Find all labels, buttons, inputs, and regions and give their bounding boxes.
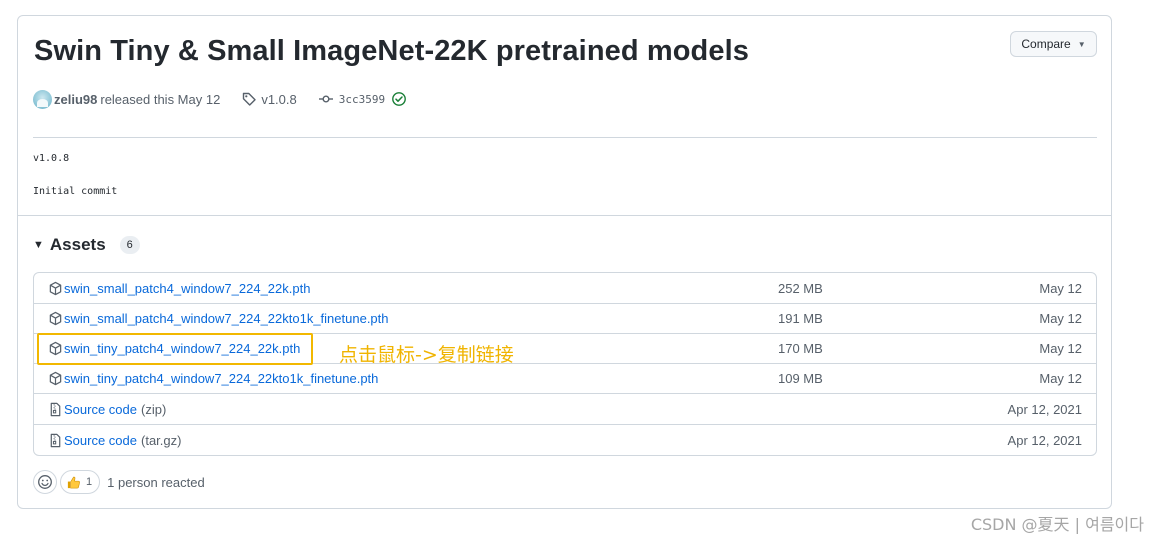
asset-link-text: Source code [64, 401, 137, 417]
package-icon [49, 311, 62, 326]
smiley-icon [38, 475, 52, 489]
release-card: Swin Tiny & Small ImageNet-22K pretraine… [17, 15, 1112, 509]
asset-date: May 12 [1039, 311, 1082, 326]
tag-icon [243, 92, 257, 106]
git-commit-icon [318, 95, 333, 103]
triangle-down-icon: ▼ [33, 239, 44, 251]
commit-link[interactable]: 3cc3599 [339, 93, 385, 106]
asset-date: Apr 12, 2021 [1007, 432, 1082, 448]
package-icon [49, 371, 62, 386]
file-zip-icon [50, 433, 61, 447]
package-icon [49, 281, 62, 295]
released-date: released this May 12 [100, 91, 221, 107]
check-circle-icon[interactable] [391, 91, 407, 107]
asset-link[interactable]: swin_tiny_patch4_window7_224_22kto1k_fin… [64, 371, 378, 386]
asset-format: (tar.gz) [141, 432, 182, 448]
asset-date: Apr 12, 2021 [1007, 401, 1082, 417]
compare-button[interactable]: Compare ▼ [1010, 31, 1097, 57]
compare-label: Compare [1021, 37, 1071, 51]
asset-row: Source code (zip) Apr 12, 2021 [34, 393, 1096, 424]
package-icon [49, 341, 62, 356]
thumbs-up-reaction[interactable]: 1 [60, 470, 101, 494]
add-reaction-button[interactable] [33, 470, 57, 494]
asset-format: (zip) [141, 401, 167, 417]
asset-size: 109 MB [778, 371, 823, 386]
asset-link[interactable]: Source code (zip) [64, 402, 166, 417]
asset-row: swin_small_patch4_window7_224_22kto1k_fi… [34, 303, 1096, 333]
asset-link-text: Source code [64, 432, 137, 448]
asset-row: Source code (tar.gz) Apr 12, 2021 [34, 424, 1096, 455]
caret-down-icon: ▼ [1077, 39, 1086, 49]
annotation-text: 点击鼠标->复制链接 [339, 344, 514, 366]
author-link[interactable]: zeliu98 [54, 92, 97, 107]
asset-date: May 12 [1039, 280, 1082, 296]
asset-row: swin_small_patch4_window7_224_22k.pth 25… [34, 273, 1096, 303]
assets-title: Assets [49, 235, 106, 254]
divider [33, 137, 1097, 138]
avatar[interactable] [33, 89, 52, 109]
asset-date: May 12 [1039, 341, 1082, 356]
reactions-summary: 1 person reacted [107, 474, 205, 490]
assets-toggle[interactable]: ▼ Assets 6 [33, 235, 140, 255]
asset-link[interactable]: Source code (tar.gz) [64, 433, 181, 448]
divider [18, 215, 1111, 216]
asset-row: swin_tiny_patch4_window7_224_22kto1k_fin… [34, 363, 1096, 393]
file-zip-icon [50, 402, 61, 416]
thumbs-up-icon [67, 476, 80, 488]
thumbs-up-count: 1 [86, 476, 93, 488]
release-meta: zeliu98 released this May 12 v1.0.8 3cc3… [33, 89, 407, 109]
asset-row: swin_tiny_patch4_window7_224_22k.pth 170… [34, 333, 1096, 363]
release-body-line: v1.0.8 [33, 153, 70, 164]
assets-count-badge: 6 [119, 236, 140, 254]
asset-size: 170 MB [778, 341, 823, 356]
assets-list: swin_small_patch4_window7_224_22k.pth 25… [33, 272, 1097, 456]
asset-link[interactable]: swin_tiny_patch4_window7_224_22k.pth [64, 341, 300, 356]
watermark: CSDN @夏天 | 여름이다 [970, 515, 1144, 534]
asset-size: 191 MB [778, 311, 823, 326]
tag-link[interactable]: v1.0.8 [261, 92, 296, 107]
release-title[interactable]: Swin Tiny & Small ImageNet-22K pretraine… [34, 35, 749, 68]
release-body-line: Initial commit [33, 186, 118, 197]
asset-date: May 12 [1039, 371, 1082, 386]
asset-link[interactable]: swin_small_patch4_window7_224_22k.pth [64, 281, 310, 296]
asset-link[interactable]: swin_small_patch4_window7_224_22kto1k_fi… [64, 311, 389, 326]
asset-size: 252 MB [778, 280, 823, 296]
reactions-bar: 1 1 person reacted [33, 470, 205, 494]
